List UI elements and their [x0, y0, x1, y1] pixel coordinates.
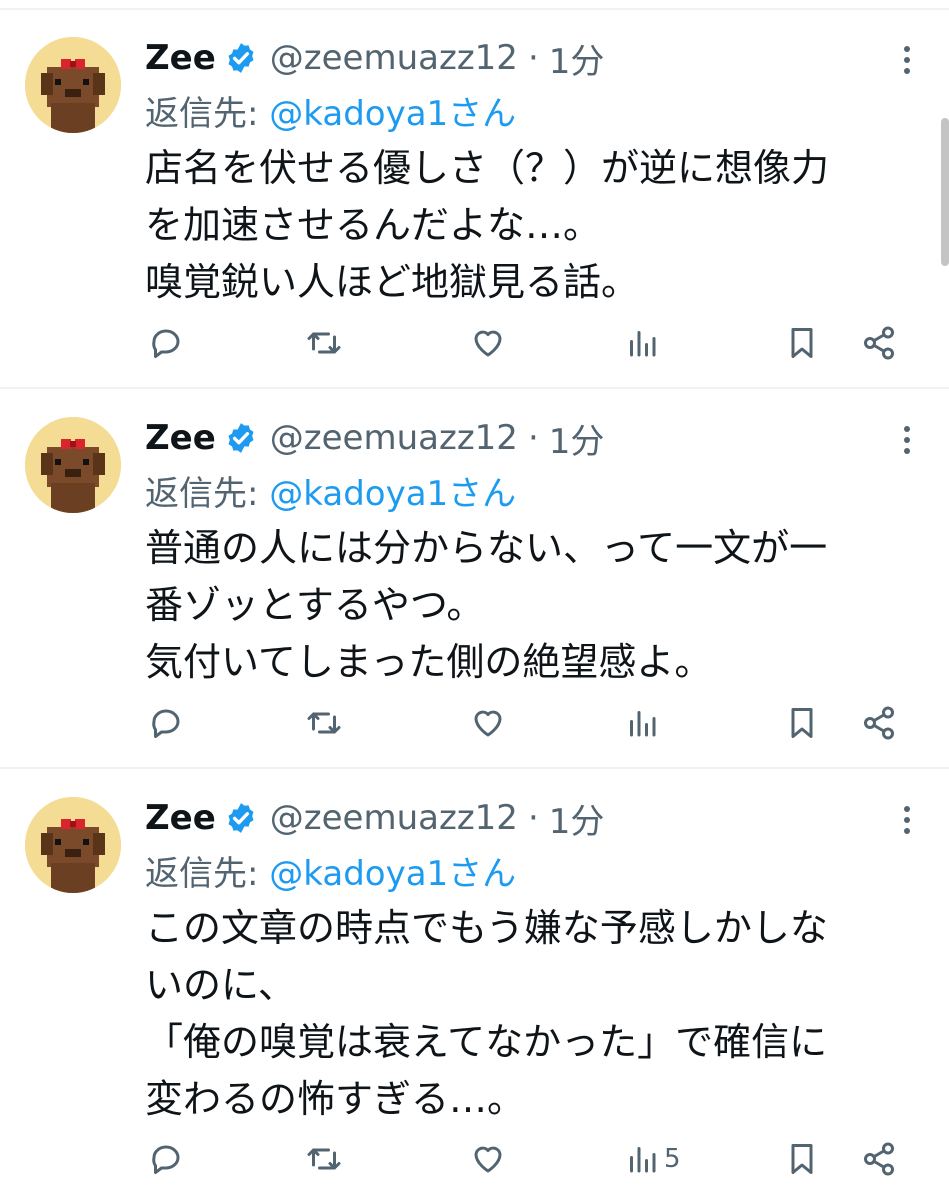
share-button[interactable] [861, 318, 897, 368]
tweet-text-line: 番ゾッとするやつ。 [145, 583, 485, 627]
reply-to: 返信先: @kadoya1さん [145, 86, 516, 138]
verified-badge-icon [228, 423, 254, 453]
tweet-text-line: この文章の時点でもう嫌な予感しかしな [145, 906, 828, 950]
heart-icon [474, 710, 502, 737]
like-button[interactable] [470, 1134, 506, 1184]
verified-badge-icon [228, 803, 254, 833]
reply-bubble-icon [152, 709, 180, 738]
tweet-text-line: 変わるの怖すぎる…。 [145, 1077, 526, 1121]
tweet-text-line: 店名を伏せる優しさ（？）が逆に想像力 [145, 146, 830, 190]
action-bar [0, 698, 949, 748]
divider [0, 387, 949, 389]
timestamp[interactable]: 1分 [549, 414, 605, 463]
dog-avatar-icon [25, 417, 121, 513]
tweet-header: Zee @zeemuazz12 · 1分 [145, 408, 604, 468]
bookmark-icon [791, 1144, 813, 1174]
author-name[interactable]: Zee [145, 38, 216, 78]
avatar[interactable] [25, 797, 121, 893]
more-vertical-icon[interactable] [901, 44, 913, 76]
separator: · [527, 38, 539, 78]
bookmark-button[interactable] [784, 318, 820, 368]
tweet-feed: Zee @zeemuazz12 · 1分 返信先: @kadoya1さん 店名を… [0, 0, 949, 1200]
action-bar: 5 [0, 1134, 949, 1184]
reply-bubble-icon [152, 329, 180, 358]
reply-to: 返信先: @kadoya1さん [145, 846, 516, 898]
tweet-text-line: を加速させるんだよな…。 [145, 203, 602, 247]
tweet[interactable]: Zee @zeemuazz12 · 1分 返信先: @kadoya1さん 普通の… [0, 390, 949, 768]
views-count: 5 [664, 1144, 681, 1174]
bar-chart-icon [630, 331, 656, 357]
bookmark-icon [791, 708, 813, 738]
reply-mention[interactable]: @kadoya1さん [269, 854, 516, 894]
timestamp[interactable]: 1分 [549, 34, 605, 83]
reply-mention[interactable]: @kadoya1さん [269, 474, 516, 514]
reply-prefix: 返信先: [145, 474, 270, 514]
share-icon [864, 326, 894, 360]
bar-chart-icon [630, 711, 656, 737]
heart-icon [474, 1146, 502, 1173]
tweet-text-line: 普通の人には分からない、って一文が一 [145, 526, 828, 570]
views-button[interactable]: 5 [624, 1134, 681, 1184]
author-name[interactable]: Zee [145, 418, 216, 458]
reply-prefix: 返信先: [145, 94, 270, 134]
dog-avatar-icon [25, 797, 121, 893]
more-vertical-icon[interactable] [901, 804, 913, 836]
reply-button[interactable] [148, 698, 184, 748]
tweet-text-line: いのに、 [145, 963, 296, 1007]
separator: · [527, 798, 539, 838]
timestamp[interactable]: 1分 [549, 794, 605, 843]
divider [0, 767, 949, 769]
retweet-button[interactable] [306, 1134, 342, 1184]
separator: · [527, 418, 539, 458]
bookmark-button[interactable] [784, 698, 820, 748]
views-button[interactable] [624, 318, 664, 368]
like-button[interactable] [470, 318, 506, 368]
tweet-text-line: 気付いてしまった側の絶望感よ。 [145, 640, 713, 684]
avatar[interactable] [25, 37, 121, 133]
tweet-text: 普通の人には分からない、って一文が一 番ゾッとするやつ。 気付いてしまった側の絶… [145, 520, 905, 691]
verified-badge-icon [228, 43, 254, 73]
tweet-header: Zee @zeemuazz12 · 1分 [145, 788, 604, 848]
tweet-header: Zee @zeemuazz12 · 1分 [145, 28, 604, 88]
retweet-button[interactable] [306, 698, 342, 748]
tweet[interactable]: Zee @zeemuazz12 · 1分 返信先: @kadoya1さん この文… [0, 770, 949, 1200]
retweet-icon [307, 712, 341, 734]
retweet-button[interactable] [306, 318, 342, 368]
reply-bubble-icon [152, 1145, 180, 1174]
share-icon [864, 1142, 894, 1176]
tweet-text-line: 嗅覚鋭い人ほど地獄見る話。 [145, 260, 640, 304]
author-handle[interactable]: @zeemuazz12 [270, 418, 518, 458]
reply-mention[interactable]: @kadoya1さん [269, 94, 516, 134]
retweet-icon [307, 1148, 341, 1170]
dog-avatar-icon [25, 37, 121, 133]
views-button[interactable] [624, 698, 664, 748]
author-handle[interactable]: @zeemuazz12 [270, 798, 518, 838]
scrollbar[interactable] [941, 118, 949, 266]
share-icon [864, 706, 894, 740]
tweet-text-line: 「俺の嗅覚は衰えてなかった」で確信に [145, 1020, 828, 1064]
heart-icon [474, 330, 502, 357]
avatar[interactable] [25, 417, 121, 513]
tweet-text: この文章の時点でもう嫌な予感しかしな いのに、 「俺の嗅覚は衰えてなかった」で確… [145, 900, 905, 1128]
retweet-icon [307, 332, 341, 354]
tweet[interactable]: Zee @zeemuazz12 · 1分 返信先: @kadoya1さん 店名を… [0, 10, 949, 388]
share-button[interactable] [861, 1134, 897, 1184]
share-button[interactable] [861, 698, 897, 748]
reply-to: 返信先: @kadoya1さん [145, 466, 516, 518]
author-handle[interactable]: @zeemuazz12 [270, 38, 518, 78]
action-bar [0, 318, 949, 368]
reply-button[interactable] [148, 318, 184, 368]
bookmark-icon [791, 328, 813, 358]
reply-prefix: 返信先: [145, 854, 270, 894]
bar-chart-icon [630, 1147, 656, 1173]
reply-button[interactable] [148, 1134, 184, 1184]
more-vertical-icon[interactable] [901, 424, 913, 456]
bookmark-button[interactable] [784, 1134, 820, 1184]
tweet-text: 店名を伏せる優しさ（？）が逆に想像力 を加速させるんだよな…。 嗅覚鋭い人ほど地… [145, 140, 905, 311]
like-button[interactable] [470, 698, 506, 748]
author-name[interactable]: Zee [145, 798, 216, 838]
